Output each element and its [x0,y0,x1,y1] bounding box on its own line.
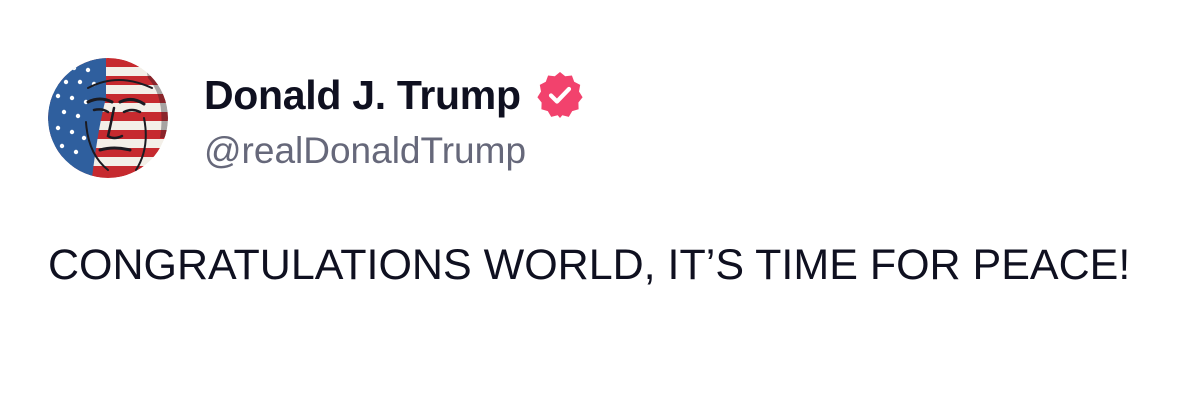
author-display-name[interactable]: Donald J. Trump [204,72,521,119]
flag-face-avatar-icon [48,58,168,178]
author-handle[interactable]: @realDonaldTrump [204,130,526,172]
social-post: Donald J. Trump @realDonaldTrump CONGRAT… [0,0,1179,405]
author-name-row: Donald J. Trump [204,70,585,120]
post-text: CONGRATULATIONS WORLD, IT’S TIME FOR PEA… [48,241,1131,289]
avatar[interactable] [48,58,168,178]
verified-badge-icon [535,70,585,120]
